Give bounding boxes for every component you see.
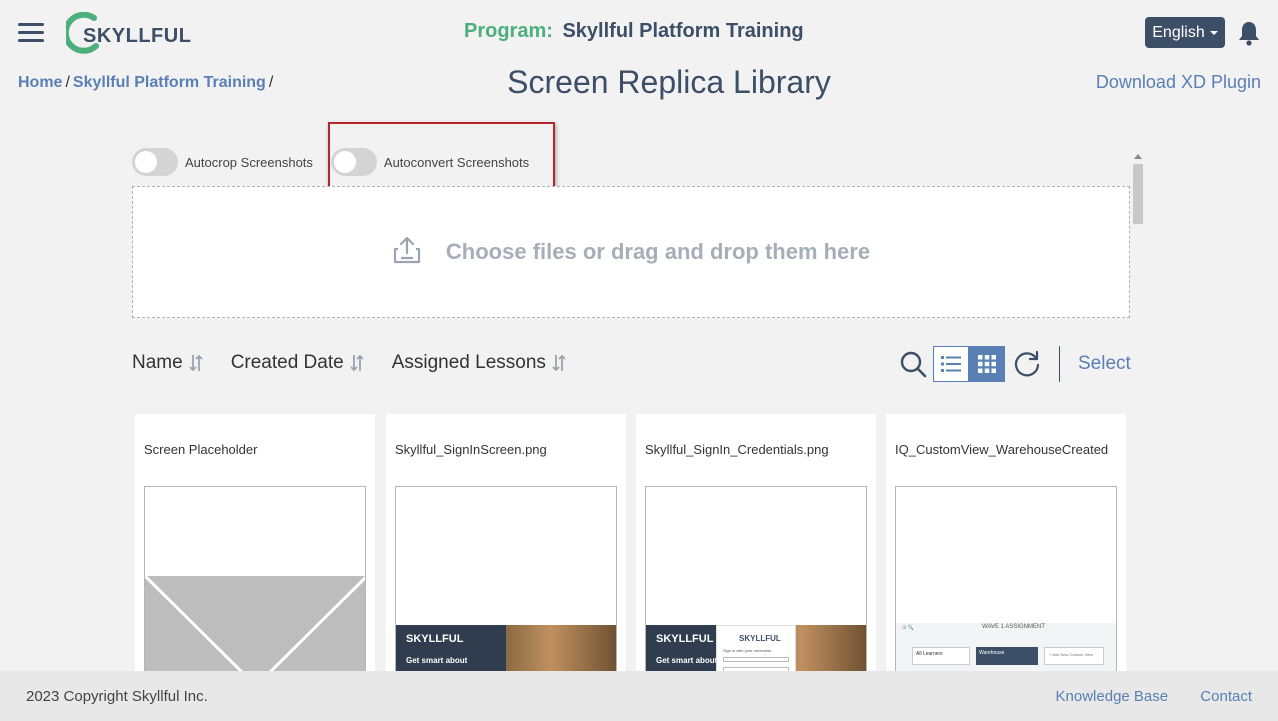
- breadcrumb-home[interactable]: Home: [18, 74, 62, 91]
- download-xd-plugin-link[interactable]: Download XD Plugin: [1096, 72, 1261, 93]
- footer-links: Knowledge Base Contact: [1028, 688, 1252, 705]
- toggle-row: Autocrop Screenshots Autoconvert Screens…: [132, 148, 543, 176]
- screenshot-thumbnail: ⊞ 🔍 WAVE 1 ASSIGNMENT All Learners Wareh…: [895, 486, 1117, 674]
- upload-icon: [392, 235, 422, 270]
- card-title: Skyllful_SignInScreen.png: [395, 442, 547, 457]
- scrollbar[interactable]: [1131, 152, 1145, 672]
- sort-icon: [552, 354, 566, 372]
- program-label: Program:: [464, 20, 553, 42]
- screen-card[interactable]: IQ_CustomView_WarehouseCreated ⊞ 🔍 WAVE …: [886, 414, 1126, 674]
- sort-name-label: Name: [132, 352, 183, 373]
- toolbar-divider: [1059, 346, 1060, 382]
- contact-link[interactable]: Contact: [1200, 688, 1252, 705]
- program-title: Program: Skyllful Platform Training: [464, 20, 804, 43]
- screen-card[interactable]: Screen Placeholder: [135, 414, 375, 674]
- breadcrumb-program[interactable]: Skyllful Platform Training: [73, 74, 266, 91]
- sort-created-date-label: Created Date: [230, 352, 344, 373]
- autoconvert-label: Autoconvert Screenshots: [383, 154, 530, 170]
- bell-icon[interactable]: [1237, 20, 1261, 46]
- copyright-text: 2023 Copyright Skyllful Inc.: [26, 688, 208, 705]
- sort-assigned-lessons-label: Assigned Lessons: [391, 352, 546, 373]
- screen-card[interactable]: Skyllful_SignInScreen.png SKYLLFUL Get s…: [386, 414, 626, 674]
- screenshot-thumbnail: SKYLLFUL Get smart about: [395, 486, 617, 674]
- view-tools: Select: [895, 346, 1131, 382]
- grid-view-icon[interactable]: [969, 346, 1005, 382]
- language-dropdown[interactable]: English: [1145, 17, 1225, 48]
- list-view-icon[interactable]: [933, 346, 969, 382]
- screenshot-thumbnail: SKYLLFUL Get smart about SKYLLFUL Sign i…: [645, 486, 867, 674]
- autoconvert-toggle[interactable]: [330, 148, 377, 176]
- select-button[interactable]: Select: [1078, 353, 1131, 375]
- program-name: Skyllful Platform Training: [562, 20, 804, 42]
- dropzone-text: Choose files or drag and drop them here: [445, 239, 871, 264]
- scroll-up-icon[interactable]: [1134, 154, 1142, 159]
- search-icon[interactable]: [895, 346, 931, 382]
- top-bar: SKYLLFUL Program: Skyllful Platform Trai…: [0, 0, 1278, 66]
- page-title: Screen Replica Library: [507, 64, 831, 100]
- menu-icon[interactable]: [18, 21, 44, 45]
- file-dropzone[interactable]: Choose files or drag and drop them here: [132, 186, 1130, 318]
- sort-name[interactable]: Name: [132, 352, 203, 374]
- card-title: Skyllful_SignIn_Credentials.png: [645, 442, 829, 457]
- autocrop-label: Autocrop Screenshots: [185, 154, 313, 170]
- card-title: IQ_CustomView_WarehouseCreated: [895, 442, 1109, 457]
- screen-card[interactable]: Skyllful_SignIn_Credentials.png SKYLLFUL…: [636, 414, 876, 674]
- sort-icon: [350, 354, 364, 372]
- language-label: English: [1152, 23, 1205, 41]
- caret-down-icon: [1209, 30, 1218, 35]
- logo-text: SKYLLFUL: [83, 25, 192, 47]
- sort-bar: Name Created Date Assigned Lessons: [132, 352, 594, 374]
- sort-icon: [189, 354, 203, 372]
- refresh-icon[interactable]: [1009, 346, 1045, 382]
- sort-created-date[interactable]: Created Date: [231, 352, 364, 374]
- knowledge-base-link[interactable]: Knowledge Base: [1056, 688, 1169, 705]
- breadcrumb: Home / Skyllful Platform Training /: [18, 74, 274, 91]
- skyllful-logo[interactable]: SKYLLFUL: [66, 12, 196, 54]
- scroll-thumb[interactable]: [1133, 164, 1143, 224]
- placeholder-thumbnail: [144, 486, 366, 674]
- footer: 2023 Copyright Skyllful Inc. Knowledge B…: [0, 671, 1278, 721]
- card-title: Screen Placeholder: [144, 442, 258, 457]
- sort-assigned-lessons[interactable]: Assigned Lessons: [392, 352, 566, 374]
- autocrop-toggle[interactable]: [132, 148, 178, 176]
